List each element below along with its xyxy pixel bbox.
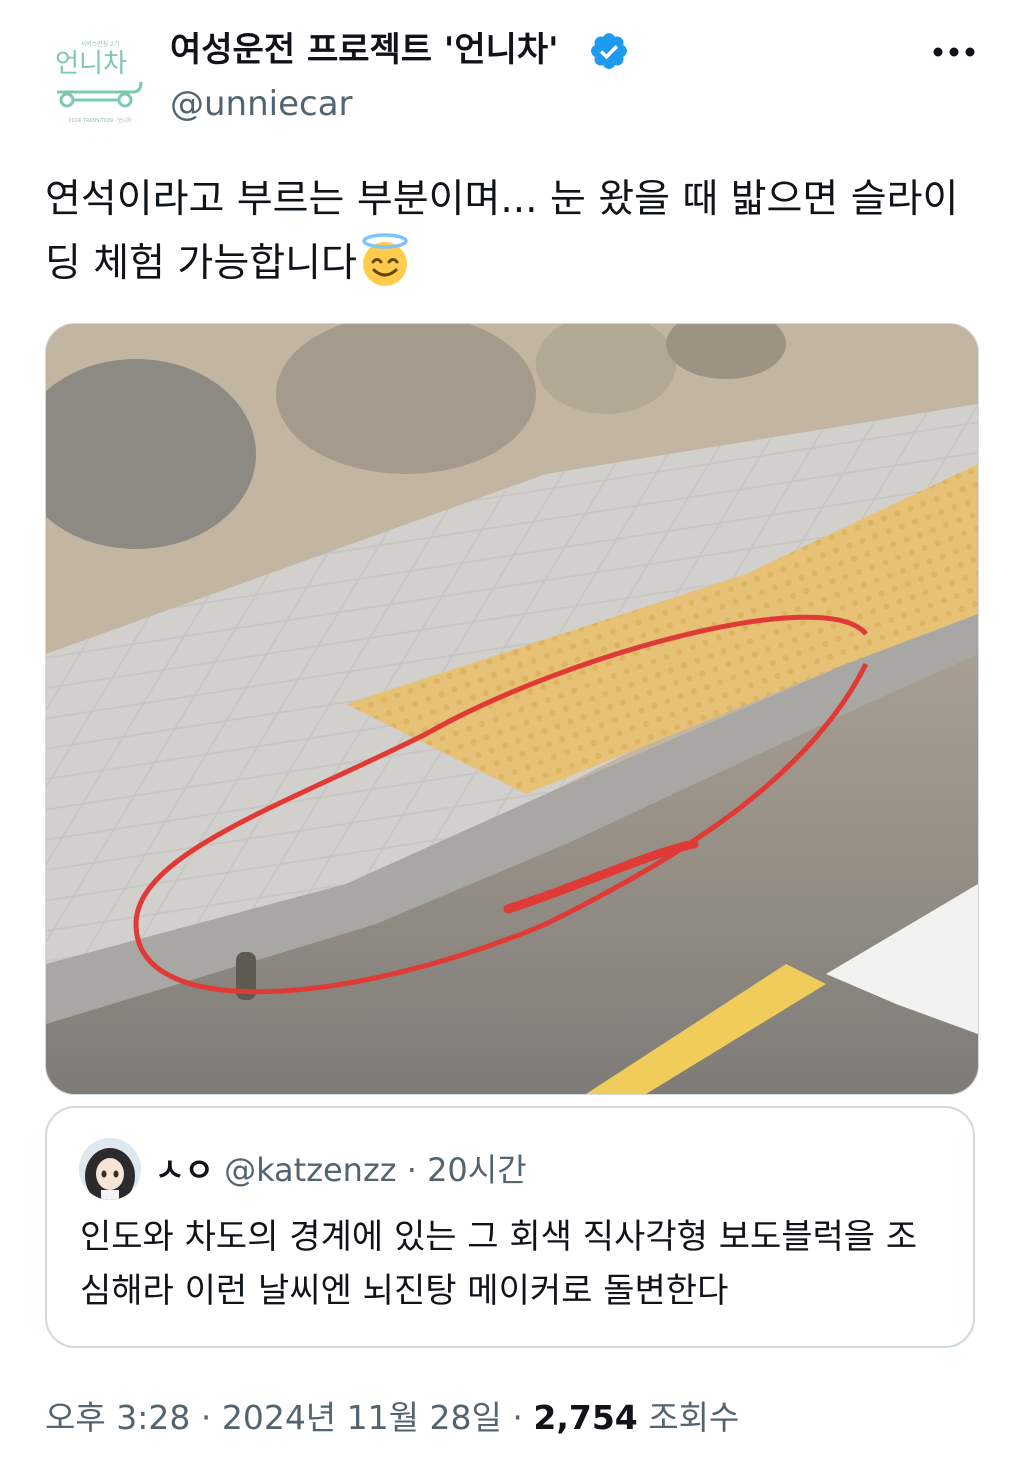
separator: · — [200, 1398, 212, 1437]
verified-badge-icon — [591, 33, 627, 69]
sidewalk-photo — [46, 324, 978, 1094]
unniecar-logo: 서비스런칭 2기 언니차 2024 TRANSITION · 언니차 — [45, 30, 155, 140]
quoted-display-name[interactable]: ㅅㅇ — [155, 1151, 214, 1189]
author-avatar[interactable]: 서비스런칭 2기 언니차 2024 TRANSITION · 언니차 — [45, 30, 155, 140]
quoted-handle[interactable]: @katzenzz — [224, 1151, 396, 1189]
quoted-author-avatar[interactable] — [79, 1138, 141, 1200]
quoted-tweet[interactable]: ㅅㅇ @katzenzz · 20시간 인도와 차도의 경계에 있는 그 회색 … — [45, 1106, 975, 1348]
logo-caption-bottom: 2024 TRANSITION · 언니차 — [68, 117, 132, 124]
tweet-body: 연석이라고 부르는 부분이며... 눈 왔을 때 밟으면 슬라이딩 체험 가능합… — [45, 168, 975, 296]
separator: · — [512, 1398, 523, 1437]
quoted-separator: · — [406, 1151, 417, 1189]
views-label: 조회수 — [648, 1398, 740, 1437]
tweet-photo[interactable] — [45, 323, 979, 1095]
post-date[interactable]: 2024년 11월 28일 — [222, 1398, 502, 1437]
quoted-header: ㅅㅇ @katzenzz · 20시간 — [155, 1148, 527, 1192]
anime-avatar-icon — [79, 1138, 141, 1200]
logo-caption-top: 서비스런칭 2기 — [81, 40, 120, 48]
more-horizontal-icon[interactable] — [928, 38, 980, 66]
quoted-text: 인도와 차도의 경계에 있는 그 회색 직사각형 보도블럭을 조심해라 이런 날… — [80, 1217, 918, 1311]
logo-text: 언니차 — [55, 49, 127, 79]
tweet-header: 서비스런칭 2기 언니차 2024 TRANSITION · 언니차 여성운전 … — [0, 0, 1024, 150]
post-time[interactable]: 오후 3:28 — [45, 1398, 190, 1437]
views-count: 2,754 — [533, 1398, 638, 1437]
smiling-face-with-halo-icon — [362, 233, 408, 286]
author-handle[interactable]: @unniecar — [170, 82, 353, 126]
tweet-text: 연석이라고 부르는 부분이며... 눈 왔을 때 밟으면 슬라이딩 체험 가능합… — [45, 177, 959, 286]
quoted-time[interactable]: 20시간 — [427, 1151, 527, 1189]
author-display-name[interactable]: 여성운전 프로젝트 '언니차' — [170, 28, 559, 72]
tweet-metadata: 오후 3:28 · 2024년 11월 28일 · 2,754 조회수 — [45, 1394, 985, 1442]
